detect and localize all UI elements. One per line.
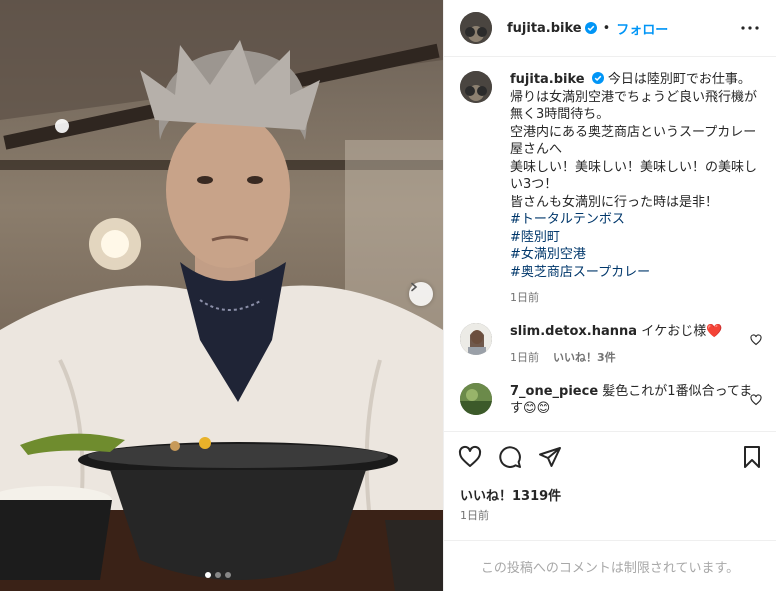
hashtag-link[interactable]: #陸別町: [510, 229, 760, 247]
author-avatar[interactable]: [460, 71, 492, 103]
comments-restricted-notice: この投稿へのコメントは制限されています。: [444, 540, 776, 591]
comment-text: イケおじ様: [641, 324, 707, 339]
carousel-dot: [225, 572, 231, 578]
post-timestamp[interactable]: 1日前: [460, 507, 489, 523]
author-username[interactable]: fujita.bike: [507, 21, 582, 36]
caption-username[interactable]: fujita.bike: [510, 72, 585, 87]
comment-emoji: ❤️: [706, 324, 723, 339]
caption-line: 帰りは女満別空港でちょうど良い飛行機が無く3時間待ち。: [510, 89, 758, 123]
more-options-button[interactable]: [738, 16, 762, 40]
verified-badge-icon: [591, 72, 604, 84]
hashtag-link[interactable]: #トータルテンボス: [510, 211, 760, 229]
caption-line: 美味しい！美味しい！美味しい！の美味しい3つ！: [510, 159, 758, 193]
comment-emoji: 😊😊: [523, 401, 551, 416]
post-side-panel: fujita.bike • フォロー fujita.bike 今日は陸別町でお仕…: [443, 0, 776, 591]
comment-username[interactable]: slim.detox.hanna: [510, 324, 637, 339]
comments-list[interactable]: fujita.bike 今日は陸別町でお仕事。 帰りは女満別空港でちょうど良い飛…: [444, 57, 776, 431]
author-avatar[interactable]: [460, 12, 492, 44]
post-actions: [444, 431, 776, 482]
heart-icon[interactable]: [750, 334, 762, 346]
likes-count[interactable]: いいね！1319件: [460, 485, 561, 504]
commenter-avatar[interactable]: [460, 323, 492, 355]
carousel-dot: [215, 572, 221, 578]
save-icon[interactable]: [740, 445, 764, 469]
post-header: fujita.bike • フォロー: [444, 0, 776, 57]
caption: fujita.bike 今日は陸別町でお仕事。 帰りは女満別空港でちょうど良い飛…: [460, 71, 760, 305]
share-icon[interactable]: [538, 445, 562, 469]
comment-item: slim.detox.hanna イケおじ様❤️ 1日前 いいね！3件: [460, 323, 762, 365]
hashtag-link[interactable]: #奥芝商店スープカレー: [510, 264, 760, 282]
chevron-right-icon: [411, 282, 418, 292]
commenter-avatar[interactable]: [460, 382, 492, 415]
comment-username[interactable]: 7_one_piece: [510, 384, 598, 399]
comment-likes[interactable]: いいね！3件: [553, 349, 616, 365]
heart-icon[interactable]: [750, 393, 762, 406]
caption-time[interactable]: 1日前: [510, 289, 539, 305]
caption-line: 皆さんも女満別に行った時は是非！: [510, 194, 719, 210]
separator-dot: •: [602, 20, 611, 36]
heart-icon[interactable]: [458, 445, 482, 469]
comment-icon[interactable]: [498, 445, 522, 469]
carousel-dot: [205, 572, 211, 578]
caption-line: 今日は陸別町でお仕事。: [607, 72, 751, 87]
next-photo-button[interactable]: [409, 282, 433, 306]
post-photo: [0, 0, 443, 591]
verified-badge-icon: [584, 22, 597, 34]
caption-line: 空港内にある奥芝商店というスープカレー屋さんへ: [510, 124, 757, 158]
comment-time[interactable]: 1日前: [510, 349, 539, 365]
follow-button[interactable]: フォロー: [616, 19, 668, 38]
more-options-icon: [741, 26, 759, 30]
post-media[interactable]: [0, 0, 443, 591]
hashtag-link[interactable]: #女満別空港: [510, 246, 760, 264]
comment-item: 7_one_piece 髪色これが1番似合ってます😊😊: [460, 382, 762, 418]
carousel-indicator: [205, 572, 231, 578]
